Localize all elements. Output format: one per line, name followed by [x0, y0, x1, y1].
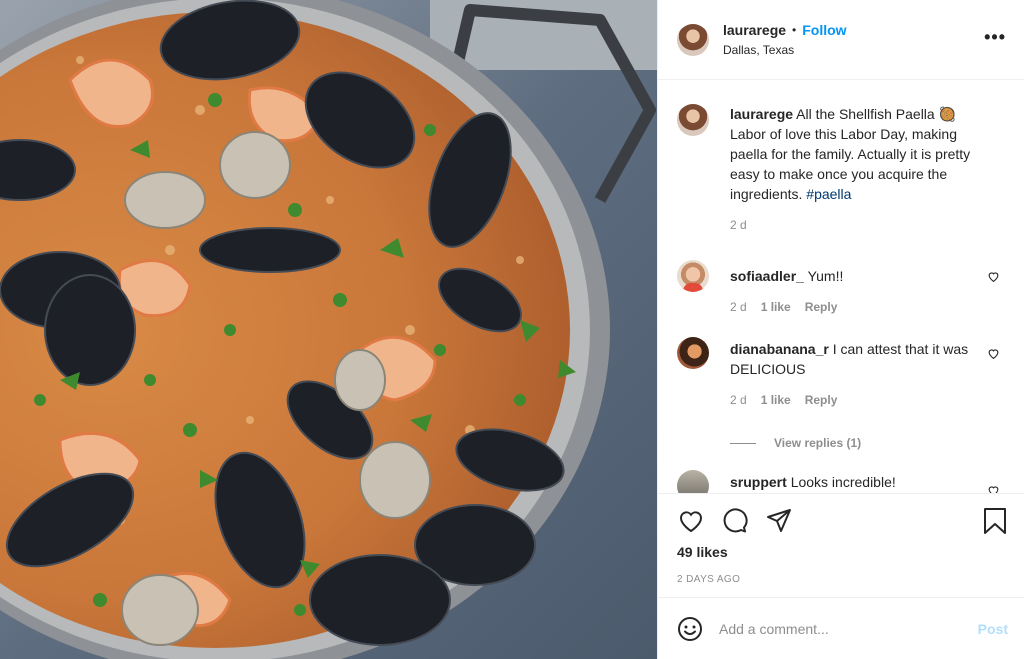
comment-body: dianabanana_r I can attest that it was D… [730, 337, 1008, 379]
share-icon[interactable] [765, 507, 793, 535]
comment: sruppert Looks incredible! [677, 470, 1008, 493]
comment-text: Yum!! [807, 268, 844, 284]
emoji-icon[interactable] [677, 616, 703, 642]
comment-input[interactable] [719, 620, 978, 637]
author-avatar[interactable] [677, 23, 709, 56]
post-comment-button[interactable]: Post [978, 621, 1008, 637]
paella-image [0, 0, 657, 659]
comment-likes[interactable]: 1 like [761, 300, 791, 314]
comment-icon[interactable] [721, 507, 749, 535]
caption-meta: 2 d [730, 218, 1008, 232]
view-replies-label: View replies (1) [774, 436, 862, 450]
comment-author[interactable]: sruppert [730, 474, 787, 490]
comment-body: sofiaadler_ Yum!! [730, 260, 1008, 286]
comment-text: Looks incredible! [790, 474, 896, 490]
comment-likes[interactable]: 1 like [761, 393, 791, 407]
comment-meta: 2 d 1 like Reply [730, 300, 1008, 314]
comment-like-icon[interactable] [987, 270, 1000, 283]
author-username[interactable]: laurarege [723, 22, 786, 38]
post-actions: 49 likes 2 DAYS AGO Post [658, 493, 1024, 659]
separator-dot: • [792, 23, 797, 37]
caption-author[interactable]: laurarege [730, 106, 793, 122]
comment-like-icon[interactable] [987, 347, 1000, 360]
replies-divider [730, 442, 756, 444]
caption-avatar[interactable] [677, 104, 709, 136]
like-icon[interactable] [677, 507, 705, 535]
location-link[interactable]: Dallas, Texas [723, 43, 847, 57]
instagram-post-modal: laurarege • Follow Dallas, Texas ••• lau… [0, 0, 1024, 659]
view-replies-button[interactable]: View replies (1) [730, 436, 861, 450]
hashtag-link[interactable]: #paella [806, 186, 851, 202]
comment-body: sruppert Looks incredible! [730, 470, 1008, 492]
action-icons [677, 507, 793, 535]
post-sidebar: laurarege • Follow Dallas, Texas ••• lau… [657, 0, 1024, 659]
comment: sofiaadler_ Yum!! 2 d 1 like Reply [677, 260, 1008, 314]
post-photo[interactable] [0, 0, 657, 659]
caption-time[interactable]: 2 d [730, 218, 747, 232]
caption: laurarege All the Shellfish Paella 🥘 Lab… [677, 104, 1008, 232]
reply-button[interactable]: Reply [805, 300, 838, 314]
author-info: laurarege • Follow Dallas, Texas [723, 22, 847, 57]
follow-button[interactable]: Follow [802, 22, 846, 38]
reply-button[interactable]: Reply [805, 393, 838, 407]
caption-body: laurarege All the Shellfish Paella 🥘 Lab… [730, 104, 1008, 204]
likes-count[interactable]: 49 likes [677, 544, 728, 560]
comment-like-icon[interactable] [987, 484, 1000, 493]
comment-author[interactable]: sofiaadler_ [730, 268, 804, 284]
comment-avatar[interactable] [677, 470, 709, 493]
comment-author[interactable]: dianabanana_r [730, 341, 829, 357]
comment-avatar[interactable] [677, 337, 709, 369]
post-timestamp[interactable]: 2 DAYS AGO [677, 574, 740, 585]
comment-meta: 2 d 1 like Reply [730, 393, 1008, 407]
comment-avatar[interactable] [677, 260, 709, 292]
bookmark-icon[interactable] [982, 507, 1008, 535]
comment-time[interactable]: 2 d [730, 300, 747, 314]
comment-time[interactable]: 2 d [730, 393, 747, 407]
add-comment-bar: Post [658, 597, 1024, 659]
comments-list[interactable]: laurarege All the Shellfish Paella 🥘 Lab… [658, 80, 1024, 493]
more-icon[interactable]: ••• [984, 28, 1006, 46]
post-header: laurarege • Follow Dallas, Texas ••• [658, 0, 1024, 80]
comment: dianabanana_r I can attest that it was D… [677, 337, 1008, 407]
